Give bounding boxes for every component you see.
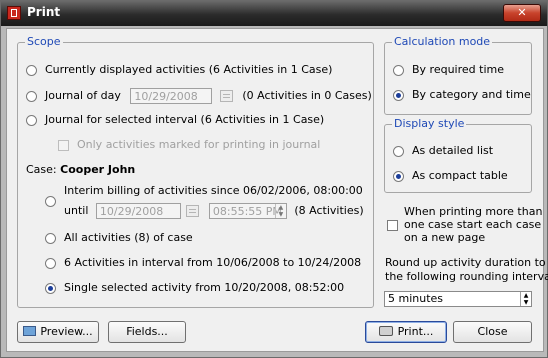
only-marked-checkbox-row[interactable]: Only activities marked for printing in j… (58, 138, 320, 152)
option-all-activities-label: All activities (8) of case (64, 231, 193, 244)
only-marked-checkbox[interactable] (58, 139, 69, 151)
option-detailed[interactable]: As detailed list (393, 144, 493, 158)
new-page-line1: When printing more than (404, 205, 543, 218)
print-dialog: Print ✕ Scope Currently displayed activi… (0, 0, 548, 358)
fields-button[interactable]: Fields... (108, 321, 186, 343)
close-window-button[interactable]: ✕ (503, 4, 541, 22)
interim-count: (8 Activities) (294, 204, 364, 217)
rounding-interval-value: 5 minutes (388, 292, 444, 305)
preview-button[interactable]: Preview... (17, 321, 99, 343)
radio-detailed[interactable] (393, 145, 404, 157)
new-page-line2: one case start each case (404, 218, 542, 231)
close-button[interactable]: Close (453, 321, 532, 343)
rounding-spinner-icon[interactable]: ▲ ▼ (520, 292, 531, 306)
scope-group: Scope Currently displayed activities (6 … (17, 35, 374, 308)
option-journal-interval[interactable]: Journal for selected interval (6 Activit… (26, 113, 324, 127)
scope-legend: Scope (25, 35, 63, 48)
calc-mode-legend: Calculation mode (392, 35, 493, 48)
new-page-label: When printing more than one case start e… (404, 205, 542, 244)
round-line1: Round up activity duration to (385, 256, 546, 269)
radio-journal-day[interactable] (26, 90, 37, 102)
radio-interim[interactable] (45, 196, 56, 207)
new-page-line3: on a new page (404, 231, 486, 244)
interim-line1: Interim billing of activities since 06/0… (64, 184, 363, 198)
app-icon (7, 6, 21, 20)
radio-by-time[interactable] (393, 64, 404, 76)
radio-interval-activities[interactable] (45, 257, 56, 269)
radio-journal-interval[interactable] (26, 114, 37, 126)
journal-day-count: (0 Activities in 0 Cases) (242, 89, 372, 102)
option-current-label: Currently displayed activities (6 Activi… (45, 63, 333, 76)
option-by-category[interactable]: By category and time (393, 88, 531, 102)
window-title: Print (27, 5, 61, 19)
option-single-activity[interactable]: Single selected activity from 10/20/2008… (45, 281, 344, 295)
option-journal-interval-label: Journal for selected interval (6 Activit… (45, 113, 325, 126)
print-button-label: Print... (397, 325, 434, 338)
option-all-activities[interactable]: All activities (8) of case (45, 231, 193, 245)
option-journal-day[interactable]: Journal of day 10/29/2008 (0 Activities … (26, 88, 372, 104)
calendar-icon[interactable] (186, 205, 200, 217)
display-style-group: Display style As detailed list As compac… (384, 117, 532, 193)
new-page-checkbox[interactable] (387, 220, 398, 231)
radio-single-activity[interactable] (45, 282, 56, 294)
option-interval-activities-label: 6 Activities in interval from 10/06/2008… (64, 256, 362, 269)
title-bar[interactable]: Print ✕ (1, 1, 547, 26)
close-button-label: Close (477, 325, 508, 338)
rounding-interval-stepper[interactable]: 5 minutes ▲ ▼ (384, 291, 532, 307)
display-style-legend: Display style (392, 117, 467, 130)
preview-button-label: Preview... (40, 325, 93, 338)
radio-current[interactable] (26, 64, 37, 76)
radio-by-category[interactable] (393, 89, 404, 101)
interim-time-field[interactable]: 08:55:55 PM ▲ ▼ (208, 203, 287, 219)
case-label: Case: (26, 163, 57, 176)
option-by-time-label: By required time (412, 63, 504, 76)
only-marked-label: Only activities marked for printing in j… (77, 138, 321, 151)
radio-all-activities[interactable] (45, 232, 56, 244)
option-by-time[interactable]: By required time (393, 63, 504, 77)
monitor-icon (23, 326, 37, 336)
radio-compact[interactable] (393, 170, 404, 182)
option-compact[interactable]: As compact table (393, 169, 508, 183)
round-label: Round up activity duration to the follow… (385, 256, 548, 284)
round-line2: the following rounding interval: (385, 270, 548, 283)
option-journal-day-label: Journal of day (45, 89, 121, 102)
case-heading: Case: Cooper John (26, 163, 135, 177)
print-button[interactable]: Print... (365, 321, 447, 343)
fields-button-label: Fields... (126, 325, 168, 338)
journal-day-date-field[interactable]: 10/29/2008 (130, 88, 213, 104)
calendar-icon[interactable] (219, 90, 233, 102)
time-spinner-icon[interactable]: ▲ ▼ (274, 204, 286, 218)
option-single-activity-label: Single selected activity from 10/20/2008… (64, 281, 345, 294)
option-detailed-label: As detailed list (412, 144, 494, 157)
interim-label: Interim billing of activities since 06/0… (64, 184, 363, 197)
option-interval-activities[interactable]: 6 Activities in interval from 10/06/2008… (45, 256, 361, 270)
option-current[interactable]: Currently displayed activities (6 Activi… (26, 63, 332, 77)
case-name: Cooper John (60, 163, 136, 176)
interim-date-field[interactable]: 10/29/2008 (95, 203, 181, 219)
dialog-body: Scope Currently displayed activities (6 … (6, 28, 548, 352)
interim-time-value: 08:55:55 PM (212, 205, 282, 218)
printer-icon (378, 326, 393, 336)
option-by-category-label: By category and time (412, 88, 531, 101)
option-compact-label: As compact table (412, 169, 508, 182)
interim-line2: until 10/29/2008 08:55:55 PM ▲ ▼ (8 Activ… (64, 203, 364, 219)
interim-until: until (64, 204, 89, 217)
calc-mode-group: Calculation mode By required time By cat… (384, 35, 532, 115)
